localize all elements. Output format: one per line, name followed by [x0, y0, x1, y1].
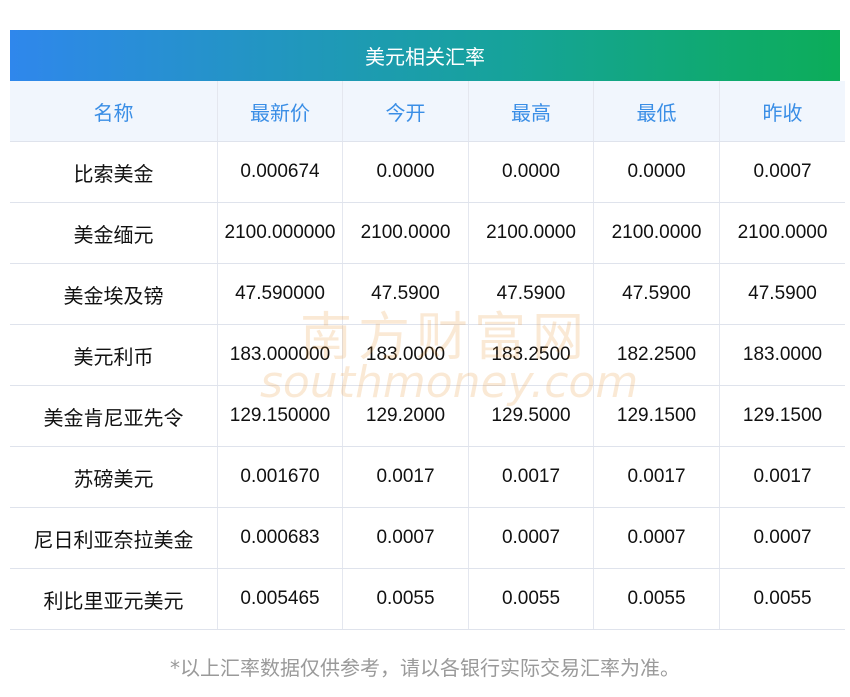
- rate-value: 0.0007: [593, 507, 720, 569]
- column-header: 名称: [10, 81, 218, 142]
- table-header-row: 名称 最新价 今开 最高 最低 昨收: [10, 81, 845, 142]
- panel-title: 美元相关汇率: [10, 30, 840, 81]
- rate-value: 2100.000000: [217, 202, 343, 264]
- column-header: 昨收: [719, 81, 845, 142]
- rate-value: 0.0000: [342, 141, 469, 203]
- column-header: 最高: [468, 81, 594, 142]
- currency-pair-name: 美金缅元: [10, 202, 218, 264]
- rate-value: 0.005465: [217, 568, 343, 630]
- column-header: 今开: [342, 81, 469, 142]
- rate-value: 182.2500: [593, 324, 720, 386]
- rate-value: 0.000683: [217, 507, 343, 569]
- currency-pair-name: 尼日利亚奈拉美金: [10, 507, 218, 569]
- currency-pair-name: 美元利币: [10, 324, 218, 386]
- rate-value: 0.0055: [593, 568, 720, 630]
- rate-value: 183.0000: [719, 324, 845, 386]
- rate-value: 47.5900: [593, 263, 720, 325]
- rate-value: 0.0000: [468, 141, 594, 203]
- rate-value: 0.0017: [593, 446, 720, 508]
- rate-value: 0.0055: [719, 568, 845, 630]
- rate-value: 129.1500: [719, 385, 845, 447]
- currency-pair-name: 美金肯尼亚先令: [10, 385, 218, 447]
- rate-value: 0.0055: [468, 568, 594, 630]
- table-row: 美金埃及镑 47.590000 47.5900 47.5900 47.5900 47.59…: [10, 263, 845, 325]
- table-row: 苏磅美元 0.001670 0.0017 0.0017 0.0017 0.0017: [10, 446, 845, 508]
- rate-value: 0.0017: [719, 446, 845, 508]
- exchange-rate-table: 名称 最新价 今开 最高 最低 昨收 比索美金 0.000674 0.0000 0.0000 0.…: [10, 81, 845, 630]
- rate-value: 183.000000: [217, 324, 343, 386]
- rate-value: 0.0007: [719, 507, 845, 569]
- rate-value: 129.1500: [593, 385, 720, 447]
- currency-pair-name: 苏磅美元: [10, 446, 218, 508]
- rate-value: 129.2000: [342, 385, 469, 447]
- table-row: 美元利币 183.000000 183.0000 183.2500 182.2500 18…: [10, 324, 845, 386]
- rate-value: 47.5900: [468, 263, 594, 325]
- table-row: 美金缅元 2100.000000 2100.0000 2100.0000 2100.00…: [10, 202, 845, 264]
- rate-value: 2100.0000: [342, 202, 469, 264]
- rate-value: 47.5900: [719, 263, 845, 325]
- rate-value: 0.000674: [217, 141, 343, 203]
- rate-value: 2100.0000: [593, 202, 720, 264]
- table-row: 比索美金 0.000674 0.0000 0.0000 0.0000 0.0007: [10, 141, 845, 203]
- rate-value: 2100.0000: [719, 202, 845, 264]
- column-header: 最低: [593, 81, 720, 142]
- rate-value: 0.0017: [342, 446, 469, 508]
- rate-value: 0.001670: [217, 446, 343, 508]
- currency-pair-name: 美金埃及镑: [10, 263, 218, 325]
- table-row: 尼日利亚奈拉美金 0.000683 0.0007 0.0007 0.0007 0.0007: [10, 507, 845, 569]
- rate-value: 0.0000: [593, 141, 720, 203]
- rate-value: 47.590000: [217, 263, 343, 325]
- table-row: 美金肯尼亚先令 129.150000 129.2000 129.5000 129.150…: [10, 385, 845, 447]
- exchange-rate-panel: 美元相关汇率 名称 最新价 今开 最高 最低 昨收 比索美金 0.000674 0.0000 0…: [10, 30, 845, 630]
- rate-value: 129.5000: [468, 385, 594, 447]
- rate-value: 2100.0000: [468, 202, 594, 264]
- rate-value: 0.0055: [342, 568, 469, 630]
- column-header: 最新价: [217, 81, 343, 142]
- rate-value: 0.0007: [719, 141, 845, 203]
- currency-pair-name: 利比里亚元美元: [10, 568, 218, 630]
- currency-pair-name: 比索美金: [10, 141, 218, 203]
- rate-value: 0.0007: [342, 507, 469, 569]
- rate-value: 183.0000: [342, 324, 469, 386]
- rate-value: 0.0017: [468, 446, 594, 508]
- disclaimer-footnote: *以上汇率数据仅供参考，请以各银行实际交易汇率为准。: [170, 656, 680, 680]
- rate-value: 0.0007: [468, 507, 594, 569]
- rate-value: 183.2500: [468, 324, 594, 386]
- rate-value: 47.5900: [342, 263, 469, 325]
- rate-value: 129.150000: [217, 385, 343, 447]
- table-row: 利比里亚元美元 0.005465 0.0055 0.0055 0.0055 0.0055: [10, 568, 845, 630]
